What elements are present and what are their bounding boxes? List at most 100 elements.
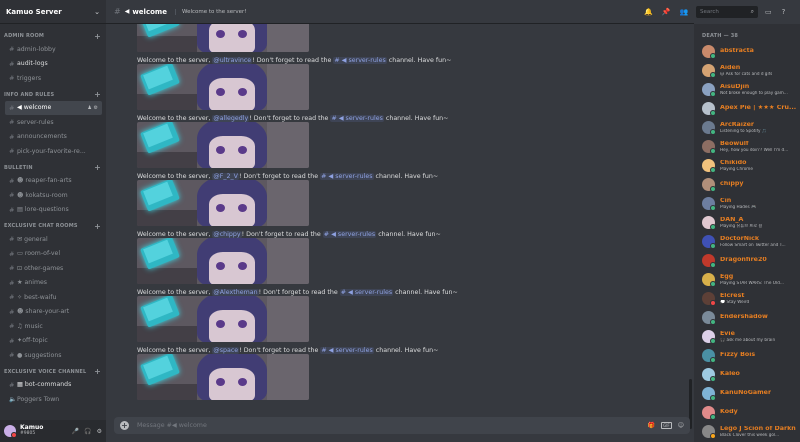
member-item[interactable]: Kaleo — [694, 365, 800, 384]
user-mention[interactable]: @F_2_V — [212, 173, 239, 180]
channel-other-games[interactable]: # ⊡ other-games — [5, 261, 102, 276]
welcome-gif-image[interactable] — [137, 64, 309, 110]
channel-room-of-vel[interactable]: # ▭ room-of-vel — [5, 247, 102, 262]
member-item[interactable]: chippy — [694, 175, 800, 194]
user-mention[interactable]: @ultravince — [212, 57, 253, 64]
channel-kokatsu-room[interactable]: # ☻ kokatsu-room — [5, 188, 102, 203]
channel-lore-questions[interactable]: # ▤ lore-questions — [5, 203, 102, 218]
avatar — [702, 292, 716, 306]
channel-share-your-art[interactable]: # ☻ share-your-art — [5, 305, 102, 320]
category-exclusive-chat[interactable]: EXCLUSIVE CHAT ROOMS + — [0, 220, 106, 232]
member-item[interactable]: KanuNoGamer — [694, 384, 800, 403]
welcome-gif-image[interactable] — [137, 24, 309, 52]
welcome-message: Welcome to the server, @chippy! Don't fo… — [137, 231, 441, 238]
member-item[interactable]: Dragonfire20 — [694, 251, 800, 270]
message-text: channel. Have fun~ — [393, 289, 458, 296]
member-item[interactable]: abstracta — [694, 42, 800, 61]
channel-server-rules[interactable]: # server-rules — [5, 115, 102, 130]
category-info[interactable]: INFO AND RULES + — [0, 89, 106, 101]
members-icon[interactable]: 👥 — [679, 8, 688, 16]
user-mention[interactable]: @allegedly — [212, 115, 250, 122]
member-item[interactable]: Kody — [694, 403, 800, 422]
category-admin[interactable]: ADMIN ROOM + — [0, 30, 106, 42]
server-header[interactable]: Kamuo Server ⌄ — [0, 0, 106, 24]
member-name: Endershadow — [720, 314, 768, 321]
channel-suggestions[interactable]: # ● suggestions — [5, 348, 102, 363]
pin-icon[interactable]: 📌 — [662, 8, 671, 16]
category-label: BULLETIN — [4, 164, 33, 171]
member-item[interactable]: DAN_A Playing 유튜브 프로 용 — [694, 213, 800, 232]
add-channel-icon[interactable]: + — [94, 90, 101, 99]
member-item[interactable]: Elcrest 💭 Stay Weird — [694, 289, 800, 308]
voice-channel-poggers-town[interactable]: 🔈 Poggers Town — [5, 392, 102, 407]
member-item[interactable]: Cin Playing Hades 🎮 — [694, 194, 800, 213]
category-exclusive-voice[interactable]: EXCLUSIVE VOICE CHANNEL + — [0, 366, 106, 378]
channel-audit-logs[interactable]: # audit-logs — [5, 57, 102, 72]
member-item[interactable]: Lego J Scion of DarknessBlack Clover thi… — [694, 422, 800, 441]
headphones-icon[interactable]: 🎧 — [84, 428, 91, 435]
member-item[interactable]: AisuDjin Not broke enough to play gam... — [694, 80, 800, 99]
channel-mention[interactable]: # ◀ server-rules — [330, 115, 384, 122]
add-channel-icon[interactable]: + — [94, 32, 101, 41]
channel-mention[interactable]: # ◀ server-rules — [333, 57, 387, 64]
hash-icon: # — [9, 118, 15, 127]
bell-icon[interactable]: 🔔 — [644, 8, 653, 16]
add-channel-icon[interactable]: + — [94, 222, 101, 231]
hash-icon: # — [114, 7, 121, 16]
channel-bot-commands[interactable]: # ▦ bot-commands — [5, 378, 102, 393]
welcome-gif-image[interactable] — [137, 354, 309, 400]
user-mention[interactable]: @chippy — [212, 231, 242, 238]
channel-announcements[interactable]: # announcements — [5, 130, 102, 145]
member-item[interactable]: Chikido Playing Chrome — [694, 156, 800, 175]
welcome-gif-image[interactable] — [137, 122, 309, 168]
category-bulletin[interactable]: BULLETIN + — [0, 162, 106, 174]
avatar[interactable] — [4, 425, 17, 438]
channel-best-waifu[interactable]: # ✧ best-waifu — [5, 290, 102, 305]
channel-animes[interactable]: # ★ animes — [5, 276, 102, 291]
member-item[interactable]: DoctorNick Follow Smart on Twitter and T.… — [694, 232, 800, 251]
channel-general[interactable]: # ✉ general — [5, 232, 102, 247]
channel-admin-lobby[interactable]: # admin-lobby — [5, 42, 102, 57]
channel-welcome[interactable]: # ◀ welcome ♟ ⚙ — [5, 100, 102, 115]
inbox-icon[interactable]: ▭ — [765, 8, 772, 16]
member-item[interactable]: Aiden 🐱 Ask for cats and d gifs — [694, 61, 800, 80]
gift-icon[interactable]: 🎁 — [648, 422, 655, 429]
channel-mention[interactable]: # ◀ server-rules — [322, 231, 377, 238]
channel-off-topic[interactable]: # ✦ off-topic — [5, 334, 102, 349]
user-mention[interactable]: @space — [212, 347, 240, 354]
member-item[interactable]: Egg Playing STAR WARS: The Old... — [694, 270, 800, 289]
emoji-picker-icon[interactable]: ☺ — [678, 422, 684, 429]
channel-reaper-fan-arts[interactable]: # ☻ reaper-fan-arts — [5, 174, 102, 189]
add-channel-icon[interactable]: + — [94, 367, 101, 376]
member-item[interactable]: Fizzy Bois — [694, 346, 800, 365]
channel-settings-icon[interactable]: ♟ ⚙ — [87, 105, 98, 111]
gif-icon[interactable]: GIF — [661, 422, 672, 429]
member-item[interactable]: Endershadow — [694, 308, 800, 327]
channel-music[interactable]: # ♫ music — [5, 319, 102, 334]
channel-mention[interactable]: # ◀ server-rules — [320, 173, 374, 180]
avatar — [702, 368, 716, 382]
member-item[interactable]: Evie 🎧 ask me about my brain — [694, 327, 800, 346]
member-name: Aiden — [720, 64, 741, 71]
search-input[interactable]: Search ⌕ — [696, 6, 758, 18]
welcome-gif-image[interactable] — [137, 296, 309, 342]
member-item[interactable]: Beowulf Hey, how you doin'? Well I'm d... — [694, 137, 800, 156]
user-info[interactable]: Kamuo #9805 — [20, 425, 43, 436]
gear-icon[interactable]: ⚙ — [97, 428, 102, 435]
microphone-icon[interactable]: 🎤 — [72, 428, 79, 435]
scrollbar[interactable] — [688, 24, 692, 429]
help-icon[interactable]: ? — [782, 8, 786, 16]
member-item[interactable]: Apex Pie | ★★★ Cru... — [694, 99, 800, 118]
channel-pick-role[interactable]: # pick-your-favorite-re... — [5, 144, 102, 159]
member-item[interactable]: ArcRaizer Listening to Spotify 🎵 — [694, 118, 800, 137]
welcome-gif-image[interactable] — [137, 180, 309, 226]
message-input[interactable] — [137, 422, 617, 429]
welcome-gif-image[interactable] — [137, 238, 309, 284]
channel-mention[interactable]: # ◀ server-rules — [320, 347, 374, 354]
message-list[interactable]: Welcome to the server, @ultravince! Don'… — [106, 24, 694, 412]
channel-mention[interactable]: # ◀ server-rules — [339, 289, 394, 296]
add-channel-icon[interactable]: + — [94, 163, 101, 172]
user-mention[interactable]: @Alextheman — [212, 289, 259, 296]
attach-plus-icon[interactable]: + — [120, 421, 129, 430]
channel-triggers[interactable]: # triggers — [5, 71, 102, 86]
